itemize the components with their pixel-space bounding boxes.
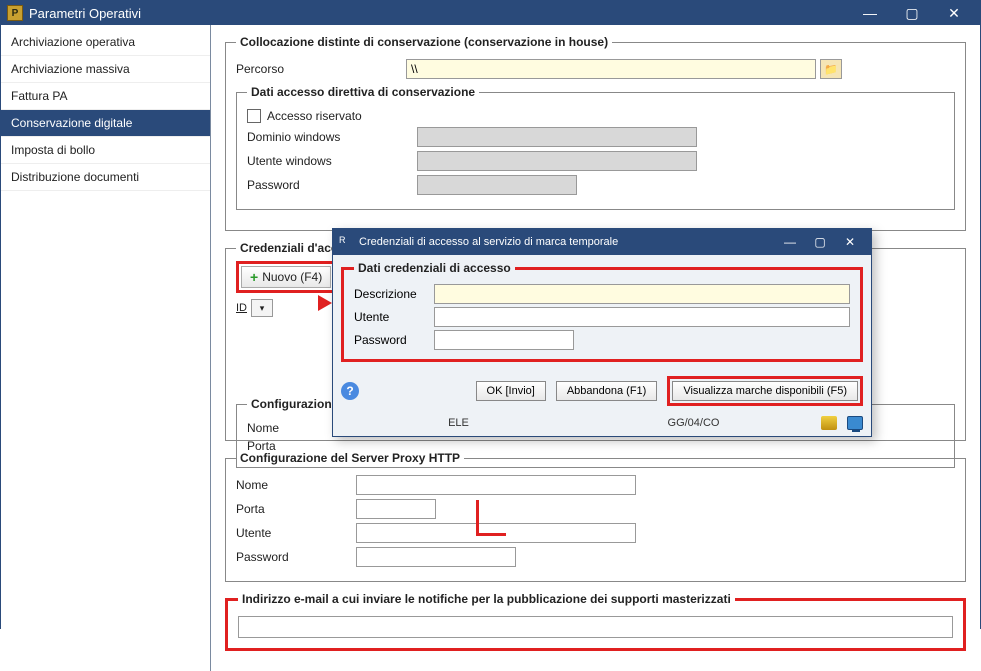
collocazione-fieldset: Collocazione distinte di conservazione (… — [225, 35, 966, 231]
proxy-nome-label: Nome — [236, 478, 356, 492]
email-input[interactable] — [238, 616, 953, 638]
dialog-abbandona-button[interactable]: Abbandona (F1) — [556, 381, 658, 401]
dialog-title: Credenziali di accesso al servizio di ma… — [359, 236, 775, 248]
help-icon[interactable]: ? — [341, 382, 359, 400]
dialog-ok-button[interactable]: OK [Invio] — [476, 381, 546, 401]
dialog-minimize-button[interactable]: — — [775, 232, 805, 252]
sidebar-item-imposta-di-bollo[interactable]: Imposta di bollo — [1, 137, 210, 164]
dialog-password-input[interactable] — [434, 330, 574, 350]
proxy-password-label: Password — [236, 550, 356, 564]
config-porta-label: Porta — [247, 439, 367, 453]
monitor-icon — [847, 416, 863, 430]
dominio-windows-label: Dominio windows — [247, 130, 417, 144]
nuovo-highlight: + Nuovo (F4) — [236, 261, 336, 293]
dialog-descrizione-label: Descrizione — [354, 287, 434, 301]
dialog-app-icon: R — [339, 235, 353, 249]
plus-icon: + — [250, 269, 258, 285]
dati-accesso-fieldset: Dati accesso direttiva di conservazione … — [236, 85, 955, 210]
sidebar: Archiviazione operativa Archiviazione ma… — [1, 25, 211, 671]
chevron-down-icon: ▾ — [260, 303, 265, 314]
sidebar-item-archiviazione-operativa[interactable]: Archiviazione operativa — [1, 29, 210, 56]
email-fieldset: Indirizzo e-mail a cui inviare le notifi… — [225, 592, 966, 651]
id-dropdown[interactable]: ▾ — [251, 299, 273, 317]
visualizza-highlight: Visualizza marche disponibili (F5) — [667, 376, 863, 406]
dialog-titlebar: R Credenziali di accesso al servizio di … — [333, 229, 871, 255]
proxy-utente-label: Utente — [236, 526, 356, 540]
dialog-visualizza-button[interactable]: Visualizza marche disponibili (F5) — [672, 381, 858, 401]
dati-accesso-legend: Dati accesso direttiva di conservazione — [247, 85, 479, 99]
annotation-arrow-head — [318, 295, 332, 311]
folder-icon: 📁 — [824, 63, 838, 76]
dominio-windows-input[interactable] — [417, 127, 697, 147]
sidebar-item-archiviazione-massiva[interactable]: Archiviazione massiva — [1, 56, 210, 83]
config-server-legend: Configurazione — [247, 397, 342, 411]
proxy-porta-input[interactable] — [356, 499, 436, 519]
dati-credenziali-fieldset: Dati credenziali di accesso Descrizione … — [341, 261, 863, 362]
annotation-arrow — [476, 500, 479, 536]
dialog-descrizione-input[interactable] — [434, 284, 850, 304]
dialog-close-button[interactable]: ✕ — [835, 232, 865, 252]
percorso-input[interactable] — [406, 59, 816, 79]
dialog-footer-col1: ELE — [341, 417, 576, 429]
credenziali-dialog: R Credenziali di accesso al servizio di … — [332, 228, 872, 437]
utente-windows-label: Utente windows — [247, 154, 417, 168]
dialog-password-label: Password — [354, 333, 434, 347]
password-input[interactable] — [417, 175, 577, 195]
percorso-label: Percorso — [236, 62, 406, 76]
maximize-button[interactable]: ▢ — [892, 1, 932, 25]
annotation-arrow-line — [476, 533, 506, 536]
dialog-maximize-button[interactable]: ▢ — [805, 232, 835, 252]
minimize-button[interactable]: — — [850, 1, 890, 25]
sidebar-item-fattura-pa[interactable]: Fattura PA — [1, 83, 210, 110]
window-titlebar: P Parametri Operativi — ▢ ✕ — [1, 1, 980, 25]
sidebar-item-distribuzione-documenti[interactable]: Distribuzione documenti — [1, 164, 210, 191]
close-button[interactable]: ✕ — [934, 1, 974, 25]
dialog-utente-input[interactable] — [434, 307, 850, 327]
dialog-footer: ELE GG/04/CO — [333, 412, 871, 436]
proxy-password-input[interactable] — [356, 547, 516, 567]
dialog-footer-col2: GG/04/CO — [576, 417, 811, 429]
email-legend: Indirizzo e-mail a cui inviare le notifi… — [238, 592, 735, 606]
app-icon: P — [7, 5, 23, 21]
dati-credenziali-legend: Dati credenziali di accesso — [354, 261, 515, 275]
proxy-fieldset: Configurazione del Server Proxy HTTP Nom… — [225, 451, 966, 582]
accesso-riservato-label: Accesso riservato — [267, 109, 362, 123]
dialog-utente-label: Utente — [354, 310, 434, 324]
proxy-porta-label: Porta — [236, 502, 356, 516]
password-label: Password — [247, 178, 417, 192]
utente-windows-input[interactable] — [417, 151, 697, 171]
database-icon — [821, 416, 837, 430]
collocazione-legend: Collocazione distinte di conservazione (… — [236, 35, 612, 49]
proxy-nome-input[interactable] — [356, 475, 636, 495]
nuovo-button-label: Nuovo (F4) — [262, 270, 322, 284]
nuovo-button[interactable]: + Nuovo (F4) — [241, 266, 331, 288]
id-column-header: ID — [236, 302, 247, 314]
window-title: Parametri Operativi — [29, 6, 850, 21]
sidebar-item-conservazione-digitale[interactable]: Conservazione digitale — [1, 110, 210, 137]
browse-button[interactable]: 📁 — [820, 59, 842, 79]
accesso-riservato-checkbox[interactable] — [247, 109, 261, 123]
